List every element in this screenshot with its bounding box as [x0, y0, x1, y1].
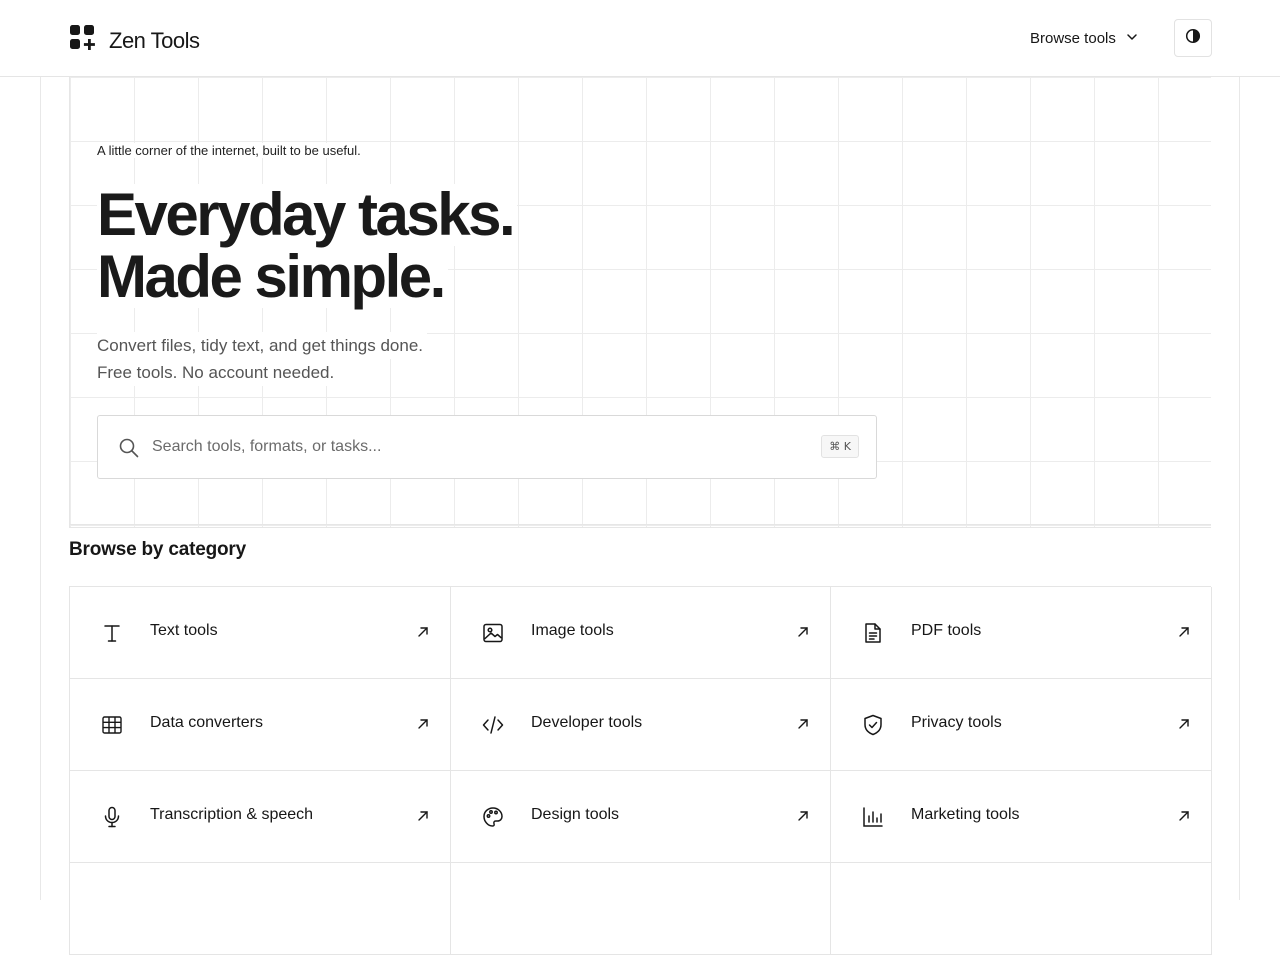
hero-subcopy: Convert files, tidy text, and get things…	[97, 332, 428, 386]
category-label: Text tools	[150, 622, 218, 639]
chevron-down-icon	[1126, 30, 1138, 47]
category-label: Image tools	[531, 622, 614, 639]
category-label: Developer tools	[531, 714, 643, 731]
subcopy-line-1: Convert files, tidy text, and get things…	[97, 332, 428, 359]
category-card-data-converters[interactable]: Data converters	[70, 679, 451, 771]
top-navigation: Zen Tools Browse tools	[0, 0, 1280, 77]
category-label: Privacy tools	[911, 714, 1002, 731]
logo-icon	[69, 24, 97, 57]
arrow-up-right-icon	[1177, 809, 1191, 823]
category-card-design-tools[interactable]: Design tools	[451, 771, 831, 863]
code-icon	[481, 713, 505, 737]
brand-link[interactable]: Zen Tools	[69, 24, 200, 57]
category-label: Transcription & speech	[150, 806, 314, 823]
category-card-developer-tools[interactable]: Developer tools	[451, 679, 831, 771]
microphone-icon	[100, 805, 124, 829]
palette-icon	[481, 805, 505, 829]
category-card-text-tools[interactable]: Text tools	[70, 587, 451, 679]
category-card-marketing-tools[interactable]: Marketing tools	[831, 771, 1212, 863]
headline-line-2: Made simple.	[97, 246, 448, 308]
arrow-up-right-icon	[796, 625, 810, 639]
category-label: Design tools	[531, 806, 620, 823]
category-card-image-tools[interactable]: Image tools	[451, 587, 831, 679]
arrow-up-right-icon	[796, 717, 810, 731]
image-icon	[481, 621, 505, 645]
arrow-up-right-icon	[796, 809, 810, 823]
category-card-transcription-speech[interactable]: Transcription & speech	[70, 771, 451, 863]
shield-check-icon	[861, 713, 885, 737]
search-box[interactable]: ⌘ K	[97, 415, 877, 479]
search-icon	[118, 437, 140, 464]
search-input[interactable]	[152, 432, 792, 462]
category-section-title: Browse by category	[69, 539, 246, 560]
browse-tools-label: Browse tools	[1030, 29, 1116, 47]
theme-toggle-button[interactable]	[1174, 19, 1212, 57]
file-icon	[861, 621, 885, 645]
table-icon	[100, 713, 124, 737]
contrast-icon	[1185, 28, 1201, 49]
arrow-up-right-icon	[416, 625, 430, 639]
hero-headline: Everyday tasks. Made simple.	[97, 184, 518, 308]
category-label: PDF tools	[911, 622, 982, 639]
category-card-partial[interactable]	[451, 863, 831, 955]
arrow-up-right-icon	[416, 809, 430, 823]
hero-divider	[70, 524, 1211, 525]
arrow-up-right-icon	[1177, 625, 1191, 639]
brand-name: Zen Tools	[109, 27, 200, 53]
category-label: Marketing tools	[911, 806, 1020, 823]
subcopy-line-2: Free tools. No account needed.	[97, 359, 339, 386]
arrow-up-right-icon	[1177, 717, 1191, 731]
category-label: Data converters	[150, 714, 263, 731]
category-card-partial[interactable]	[70, 863, 451, 955]
category-card-partial[interactable]	[831, 863, 1212, 955]
hero-eyebrow: A little corner of the internet, built t…	[97, 143, 363, 158]
bar-chart-icon	[861, 805, 885, 829]
arrow-up-right-icon	[416, 717, 430, 731]
browse-tools-dropdown[interactable]: Browse tools	[1020, 22, 1148, 54]
text-icon	[100, 621, 124, 645]
keyboard-shortcut-badge: ⌘ K	[821, 435, 859, 458]
category-card-pdf-tools[interactable]: PDF tools	[831, 587, 1212, 679]
headline-line-1: Everyday tasks.	[97, 184, 518, 246]
category-card-privacy-tools[interactable]: Privacy tools	[831, 679, 1212, 771]
